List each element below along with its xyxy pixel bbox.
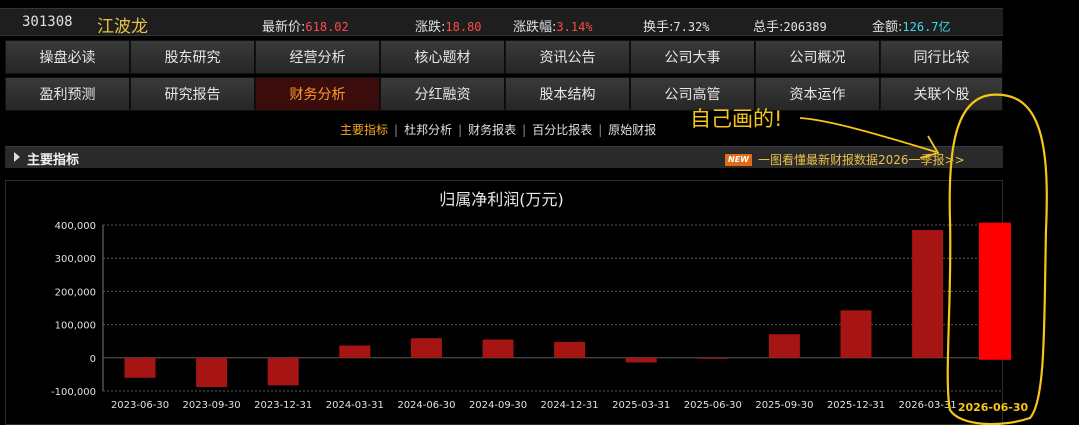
annotation-arrow bbox=[799, 117, 937, 153]
y-tick-label: 300,000 bbox=[55, 254, 96, 265]
x-tick-label: 2025-06-30 bbox=[684, 400, 742, 411]
bar bbox=[124, 357, 156, 378]
bar bbox=[339, 345, 371, 358]
bar bbox=[554, 341, 586, 358]
x-tick-label: 2023-12-31 bbox=[254, 400, 312, 411]
bar bbox=[625, 357, 657, 363]
x-tick-label: 2023-09-30 bbox=[183, 400, 241, 411]
x-tick-label: 2023-06-30 bbox=[111, 400, 169, 411]
bar bbox=[697, 357, 729, 359]
annotation-date-label: 2026-06-30 bbox=[958, 401, 1029, 414]
y-tick-label: 0 bbox=[90, 354, 96, 365]
bar bbox=[196, 357, 228, 388]
chart-svg: 400,000 300,000 200,000 100,000 0 -100,000 202… bbox=[51, 93, 1048, 425]
bar bbox=[482, 339, 514, 358]
annotation-bar bbox=[979, 222, 1011, 360]
x-tick-label: 2025-12-31 bbox=[827, 400, 885, 411]
bar bbox=[840, 310, 872, 358]
y-tick-label: 400,000 bbox=[55, 221, 96, 232]
x-tick-label: 2025-09-30 bbox=[755, 400, 813, 411]
annotation-arrow-head bbox=[919, 135, 940, 159]
bar bbox=[267, 357, 299, 386]
bar bbox=[768, 334, 800, 358]
x-tick-label: 2024-06-30 bbox=[397, 400, 455, 411]
x-tick-label: 2024-03-31 bbox=[326, 400, 384, 411]
x-tick-label: 2024-09-30 bbox=[469, 400, 527, 411]
y-tick-label: 200,000 bbox=[55, 287, 96, 298]
bar bbox=[410, 338, 442, 358]
x-tick-label: 2025-03-31 bbox=[612, 400, 670, 411]
y-tick-label: 100,000 bbox=[55, 321, 96, 332]
y-tick-label: -100,000 bbox=[51, 387, 96, 398]
x-tick-label: 2024-12-31 bbox=[541, 400, 599, 411]
annotation-text: 自己画的! bbox=[690, 107, 783, 131]
bar bbox=[912, 229, 944, 358]
